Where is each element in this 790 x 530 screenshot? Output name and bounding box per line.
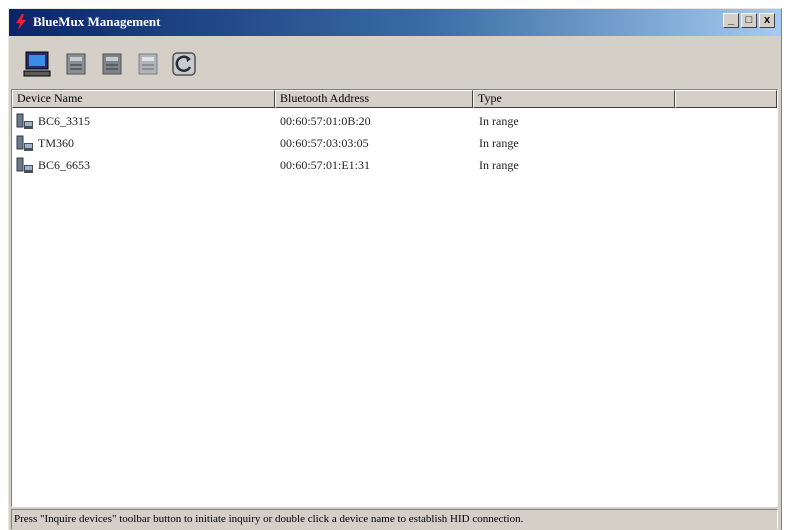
toolbar-button-computer[interactable] bbox=[23, 50, 53, 78]
bluetooth-address: 00:60:57:01:0B:20 bbox=[280, 114, 371, 128]
main-window: BlueMux Management _ □ x Device Name Blu… bbox=[8, 8, 782, 530]
bluetooth-address: 00:60:57:01:E1:31 bbox=[280, 158, 370, 172]
title-bar[interactable]: BlueMux Management _ □ x bbox=[9, 9, 781, 36]
list-item[interactable]: TM360 00:60:57:03:03:05 In range bbox=[12, 133, 772, 155]
toolbar-button-device-3[interactable] bbox=[133, 50, 163, 78]
status-bar: Press "Inquire devices" toolbar button t… bbox=[11, 509, 778, 529]
maximize-button[interactable]: □ bbox=[741, 13, 757, 28]
column-header-device-name[interactable]: Device Name bbox=[12, 90, 275, 108]
list-item[interactable]: BC6_3315 00:60:57:01:0B:20 In range bbox=[12, 111, 772, 133]
bluetooth-device-icon bbox=[16, 135, 33, 151]
bluetooth-address: 00:60:57:03:03:05 bbox=[280, 136, 369, 150]
minimize-button[interactable]: _ bbox=[723, 13, 739, 28]
device-type: In range bbox=[479, 136, 519, 150]
window-title: BlueMux Management bbox=[33, 14, 161, 29]
toolbar-button-device-1[interactable] bbox=[61, 50, 91, 78]
device-icon bbox=[138, 53, 158, 75]
bluetooth-device-icon bbox=[16, 113, 33, 129]
toolbar-button-refresh[interactable] bbox=[169, 50, 199, 78]
device-list[interactable]: Device Name Bluetooth Address Type BC6_3… bbox=[11, 89, 778, 507]
list-item[interactable]: BC6_6653 00:60:57:01:E1:31 In range bbox=[12, 155, 772, 177]
close-button[interactable]: x bbox=[759, 13, 775, 28]
column-header-type[interactable]: Type bbox=[473, 90, 675, 108]
window-controls: _ □ x bbox=[723, 13, 775, 28]
bluetooth-device-icon bbox=[16, 157, 33, 173]
app-logo-icon bbox=[16, 14, 26, 30]
device-name: BC6_3315 bbox=[38, 114, 91, 128]
device-name: BC6_6653 bbox=[38, 158, 91, 172]
column-header-filler bbox=[675, 90, 777, 108]
computer-icon bbox=[23, 51, 51, 77]
device-icon bbox=[66, 53, 86, 75]
device-type: In range bbox=[479, 158, 519, 172]
device-type: In range bbox=[479, 114, 519, 128]
column-header-bluetooth-address[interactable]: Bluetooth Address bbox=[275, 90, 473, 108]
refresh-icon bbox=[172, 52, 196, 76]
toolbar-button-device-2[interactable] bbox=[97, 50, 127, 78]
device-name: TM360 bbox=[38, 136, 74, 150]
toolbar bbox=[9, 36, 781, 88]
device-icon bbox=[102, 53, 122, 75]
